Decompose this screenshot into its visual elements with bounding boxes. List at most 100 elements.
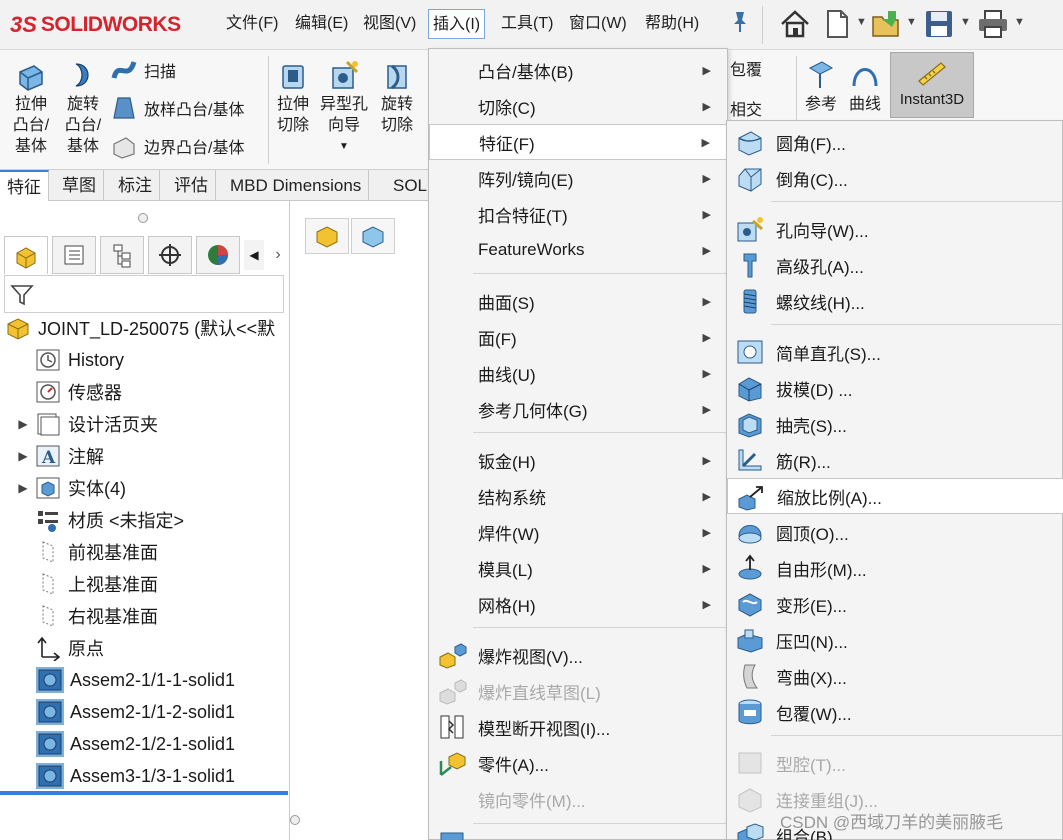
menu-item-cut[interactable]: 切除(C) ▶ (429, 88, 727, 124)
menu-item-shell[interactable]: 抽壳(S)... (727, 406, 1063, 442)
menu-item-fastening-feature[interactable]: 扣合特征(T) ▶ (429, 196, 727, 232)
dimxpert-tab[interactable] (148, 236, 192, 274)
tab-features[interactable]: 特征 (0, 170, 49, 201)
menu-item-dome[interactable]: 圆顶(O)... (727, 514, 1063, 550)
menu-item-sheet-metal[interactable]: 钣金(H) ▶ (429, 442, 727, 478)
panel-grip-handle[interactable] (138, 213, 148, 223)
tabs-scroll-right-icon[interactable]: › (268, 240, 288, 270)
menu-item-exploded-view[interactable]: 爆炸视图(V)... (429, 637, 727, 673)
new-document-icon[interactable] (820, 7, 854, 41)
tab-annotation[interactable]: 标注 (111, 170, 160, 201)
extrude-cut-button[interactable]: 拉伸 切除 (272, 58, 314, 136)
tree-item-history[interactable]: History (0, 345, 288, 375)
menu-item-advanced-hole[interactable]: 高级孔(A)... (727, 247, 1063, 283)
menu-item-structure-system[interactable]: 结构系统 ▶ (429, 478, 727, 514)
expand-arrow-icon[interactable]: ▶ (12, 417, 34, 431)
menu-item-pattern-mirror[interactable]: 阵列/镜向(E) ▶ (429, 160, 727, 196)
menu-item-indent[interactable]: 压凹(N)... (727, 622, 1063, 658)
menu-item-molds[interactable]: 模具(L) ▶ (429, 550, 727, 586)
menu-item-cavity[interactable]: 型腔(T)... (727, 745, 1063, 781)
tabs-scroll-left-icon[interactable]: ◀ (244, 240, 264, 270)
wrap-button[interactable]: 包覆 (730, 56, 762, 80)
boundary-boss-button[interactable]: 边界凸台/基体 (110, 132, 244, 160)
tree-item-body-1[interactable]: Assem2-1/1-1-solid1 (36, 665, 262, 695)
menu-edit[interactable]: 编辑(E) (291, 9, 352, 39)
loft-button[interactable]: 放样凸台/基体 (110, 94, 244, 122)
print-icon[interactable] (976, 7, 1010, 41)
menu-item-draft[interactable]: 拔模(D) ... (727, 370, 1063, 406)
menu-item-scale[interactable]: 缩放比例(A)... (727, 478, 1063, 514)
expand-arrow-icon[interactable]: ▶ (12, 449, 34, 463)
home-icon[interactable] (778, 7, 812, 41)
tree-item-sensors[interactable]: 传感器 (0, 377, 288, 407)
menu-item-rib[interactable]: 筋(R)... (727, 442, 1063, 478)
tree-item-right-plane[interactable]: 右视基准面 (0, 601, 288, 631)
menu-item-mirror-part[interactable]: 镜向零件(M)... (429, 781, 727, 817)
breadcrumb-body[interactable] (351, 218, 395, 254)
menu-item-chamfer[interactable]: 倒角(C)... (727, 160, 1063, 196)
pin-icon[interactable] (730, 10, 750, 40)
menu-item-deform[interactable]: 变形(E)... (727, 586, 1063, 622)
chevron-down-icon[interactable]: ▼ (960, 16, 971, 28)
extrude-boss-button[interactable]: 拉伸 凸台/ 基体 (8, 58, 54, 157)
breadcrumb-part[interactable] (305, 218, 349, 254)
menu-item-hole-wizard[interactable]: 孔向导(W)... (727, 211, 1063, 247)
sweep-button[interactable]: 扫描 (110, 56, 176, 84)
tab-sketch[interactable]: 草图 (55, 170, 104, 201)
menu-help[interactable]: 帮助(H) (641, 9, 703, 39)
tree-item-body-4[interactable]: Assem3-1/3-1-solid1 (36, 761, 262, 791)
menu-item-featureworks[interactable]: FeatureWorks ▶ (429, 232, 727, 268)
menu-item-weldments[interactable]: 焊件(W) ▶ (429, 514, 727, 550)
tree-item-top-plane[interactable]: 上视基准面 (0, 569, 288, 599)
menu-view[interactable]: 视图(V) (359, 9, 420, 39)
menu-item-reference-geometry[interactable]: 参考几何体(G) ▶ (429, 391, 727, 427)
revolve-cut-button[interactable]: 旋转 切除 (376, 58, 418, 136)
panel-grip-handle[interactable] (290, 815, 300, 825)
menu-item-simple-hole[interactable]: 简单直孔(S)... (727, 334, 1063, 370)
menu-item-freeform[interactable]: 自由形(M)... (727, 550, 1063, 586)
curves-button[interactable]: 曲线 (844, 58, 886, 115)
tree-item-solid-bodies[interactable]: ▶ 实体(4) (0, 473, 288, 503)
chevron-down-icon[interactable]: ▼ (856, 16, 867, 28)
revolve-boss-button[interactable]: 旋转 凸台/ 基体 (60, 58, 106, 157)
menu-item-flex[interactable]: 弯曲(X)... (727, 658, 1063, 694)
tree-item-design-binder[interactable]: ▶ 设计活页夹 (0, 409, 288, 439)
menu-item-partial[interactable] (429, 831, 727, 840)
menu-item-curve[interactable]: 曲线(U) ▶ (429, 355, 727, 391)
tree-item-annotations[interactable]: ▶ A 注解 (0, 441, 288, 471)
tree-root-part[interactable]: JOINT_LD-250075 (默认<<默 (0, 313, 288, 343)
menu-item-boss-base[interactable]: 凸台/基体(B) ▶ (429, 52, 727, 88)
chevron-down-icon[interactable]: ▼ (316, 136, 372, 157)
menu-item-fillet[interactable]: 圆角(F)... (727, 124, 1063, 160)
save-icon[interactable] (922, 7, 956, 41)
menu-file[interactable]: 文件(F) (222, 9, 282, 39)
intersect-button[interactable]: 相交 (730, 96, 762, 120)
menu-item-explode-line-sketch[interactable]: 爆炸直线草图(L) (429, 673, 727, 709)
configuration-manager-tab[interactable] (100, 236, 144, 274)
open-icon[interactable] (870, 7, 904, 41)
menu-item-face[interactable]: 面(F) ▶ (429, 319, 727, 355)
instant3d-button[interactable]: Instant3D (890, 52, 974, 118)
menu-item-insert-part[interactable]: 零件(A)... (429, 745, 727, 781)
menu-item-surface[interactable]: 曲面(S) ▶ (429, 283, 727, 319)
tree-item-body-2[interactable]: Assem2-1/1-2-solid1 (36, 697, 262, 727)
feature-manager-tab[interactable] (4, 236, 48, 274)
menu-item-mesh[interactable]: 网格(H) ▶ (429, 586, 727, 622)
solidworks-logo[interactable]: 3S SOLIDWORKS (10, 4, 198, 46)
tree-item-body-3[interactable]: Assem2-1/2-1-solid1 (36, 729, 262, 759)
menu-insert[interactable]: 插入(I) (428, 9, 486, 39)
menu-item-model-break-view[interactable]: 模型断开视图(I)... (429, 709, 727, 745)
menu-item-wrap[interactable]: 包覆(W)... (727, 694, 1063, 730)
filter-funnel-icon[interactable] (9, 282, 35, 308)
tree-item-front-plane[interactable]: 前视基准面 (0, 537, 288, 567)
tree-item-material[interactable]: 材质 <未指定> (0, 505, 288, 535)
hole-wizard-button[interactable]: 异型孔 向导 ▼ (316, 58, 372, 157)
expand-arrow-icon[interactable]: ▶ (12, 481, 34, 495)
tab-mbd-dimensions[interactable]: MBD Dimensions (223, 170, 370, 201)
menu-item-features[interactable]: 特征(F) ▶ (429, 124, 727, 160)
tree-filter-bar[interactable] (4, 275, 284, 313)
menu-item-thread[interactable]: 螺纹线(H)... (727, 283, 1063, 319)
chevron-down-icon[interactable]: ▼ (906, 16, 917, 28)
chevron-down-icon[interactable]: ▼ (1014, 16, 1025, 28)
menu-tools[interactable]: 工具(T) (497, 9, 557, 39)
